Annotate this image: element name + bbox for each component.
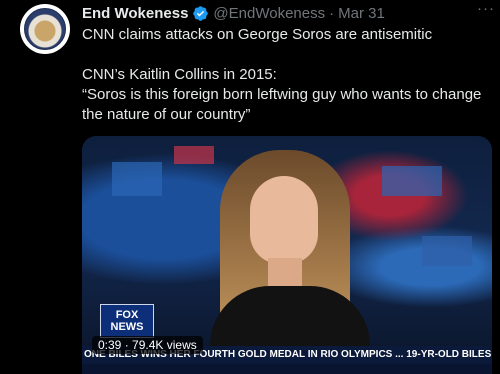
tweet-line-2: CNN’s Kaitlin Collins in 2015:	[82, 66, 277, 83]
background-screen	[112, 162, 162, 196]
verified-badge-icon[interactable]	[192, 5, 209, 22]
video-time: 0:39	[98, 338, 122, 352]
video-player[interactable]: FOX NEWS ONE BILES WINS HER FOURTH GOLD …	[82, 136, 492, 374]
avatar-image	[24, 8, 66, 50]
author-handle[interactable]: @EndWokeness	[213, 5, 325, 22]
ticker-bar	[82, 364, 492, 374]
views-separator: ·	[124, 338, 129, 352]
avatar[interactable]	[20, 4, 70, 54]
tweet-line-1: CNN claims attacks on George Soros are a…	[82, 26, 433, 43]
background-screen	[174, 146, 214, 164]
logo-line-2: NEWS	[110, 321, 144, 333]
tweet-date[interactable]: Mar 31	[338, 5, 385, 22]
anchor-face	[250, 176, 318, 264]
tweet-header: End Wokeness @EndWokeness · Mar 31	[82, 3, 490, 23]
author-name[interactable]: End Wokeness	[82, 5, 188, 22]
fox-news-logo: FOX NEWS	[100, 304, 154, 338]
background-screen	[422, 236, 472, 266]
more-horizontal-icon[interactable]: ···	[476, 0, 496, 17]
background-screen	[382, 166, 442, 196]
tweet-line-3: “Soros is this foreign born leftwing guy…	[82, 86, 482, 123]
logo-line-1: FOX	[115, 309, 139, 321]
tweet-text: CNN claims attacks on George Soros are a…	[82, 25, 482, 125]
separator-dot: ·	[329, 4, 335, 22]
video-time-views: 0:39 · 79.4K views	[92, 336, 203, 354]
video-views: 79.4K views	[132, 338, 197, 352]
